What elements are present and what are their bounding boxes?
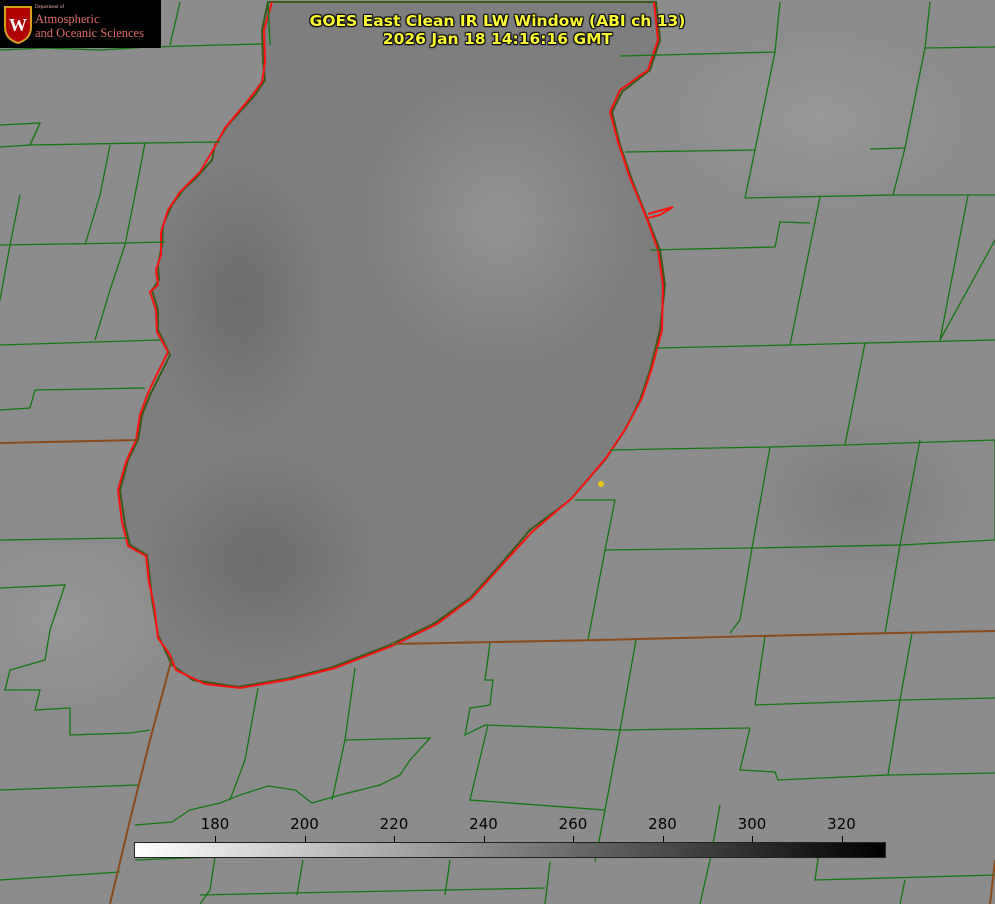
colorbar-tick-label: 220: [379, 815, 409, 833]
ir-map: [0, 0, 995, 904]
colorbar-tick-label: 180: [200, 815, 230, 833]
colorbar-tick-mark: [394, 836, 395, 842]
temperature-colorbar: [134, 842, 886, 858]
logo-dept-text: Department of: [35, 5, 65, 10]
colorbar-tick-label: 200: [290, 815, 319, 833]
colorbar-tick-label: 280: [648, 815, 677, 833]
image-title: GOES East Clean IR LW Window (ABI ch 13): [309, 12, 686, 30]
lake-warm-area: [360, 70, 640, 370]
colorbar-tick-mark: [841, 836, 843, 842]
satellite-image: W Department of Atmospheric and Oceanic …: [0, 0, 995, 904]
colorbar-tick-label: 260: [558, 815, 588, 833]
uw-crest-icon: W: [4, 6, 32, 45]
colorbar-tick-mark: [304, 836, 306, 842]
cloud-texture: [670, 30, 970, 210]
colorbar-tick-mark: [215, 836, 216, 842]
image-timestamp: 2026 Jan 18 14:16:16 GMT: [382, 30, 613, 48]
svg-text:W: W: [9, 15, 27, 35]
location-marker: [598, 481, 604, 487]
colorbar-tick-label: 240: [469, 815, 498, 833]
cloud-texture: [740, 410, 980, 590]
logo-line-2: and Oceanic Sciences: [35, 26, 144, 40]
aos-logo: W Department of Atmospheric and Oceanic …: [0, 0, 161, 48]
colorbar-tick-label: 320: [827, 815, 856, 833]
lake-cold-area: [150, 160, 330, 440]
colorbar-tick-mark: [752, 836, 753, 842]
colorbar-tick-label: 300: [737, 815, 767, 833]
lake-cold-area: [140, 450, 380, 670]
colorbar-tick-mark: [662, 836, 664, 842]
colorbar-tick-mark: [573, 836, 574, 842]
colorbar-tick-mark: [483, 836, 485, 842]
logo-line-1: Atmospheric: [35, 12, 100, 26]
